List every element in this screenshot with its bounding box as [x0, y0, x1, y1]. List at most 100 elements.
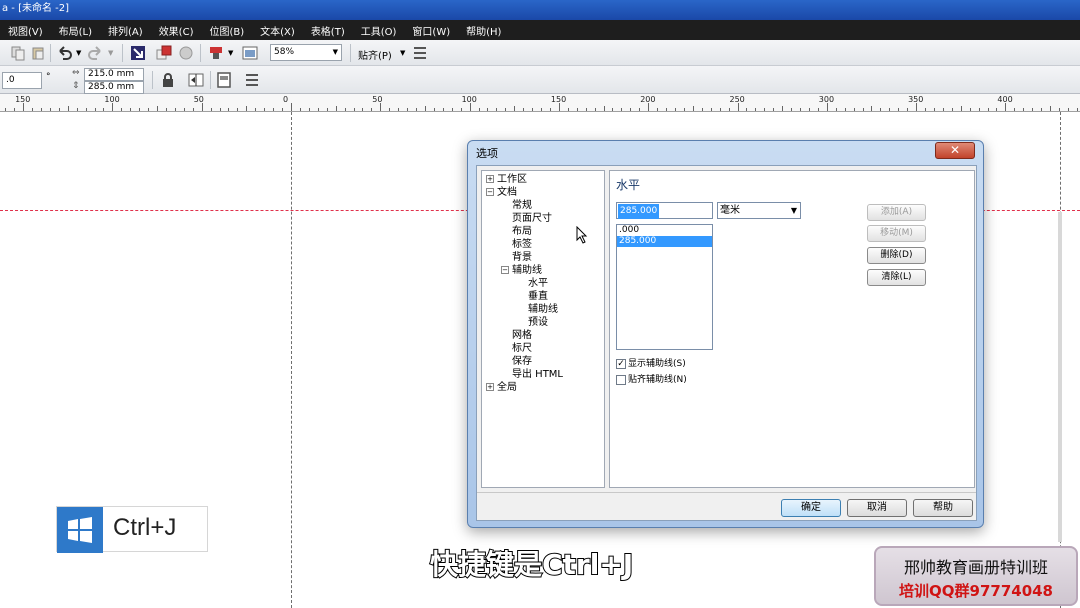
ruler-tick [246, 106, 248, 111]
cancel-button[interactable]: 取消 [847, 499, 907, 517]
tree-item-guidelines[interactable]: − 辅助线 [501, 265, 542, 277]
menu-view[interactable]: 视图(V) [0, 23, 51, 38]
move-button[interactable]: 移动(M) [867, 225, 926, 242]
tree-item-workspace[interactable]: + 工作区 [486, 174, 527, 186]
mirror-icon[interactable] [188, 72, 204, 88]
ruler-tick [951, 108, 953, 111]
windows-flag-icon [68, 517, 92, 543]
separator [122, 44, 123, 62]
expand-icon[interactable]: + [486, 383, 494, 391]
redo-icon[interactable] [88, 45, 104, 61]
launcher-dropdown-icon[interactable]: ▼ [228, 49, 233, 57]
help-button[interactable]: 帮助 [913, 499, 973, 517]
tree-item-vertical[interactable]: 垂直 [528, 291, 548, 303]
paste-icon[interactable] [30, 45, 46, 61]
ruler-tick [460, 108, 462, 111]
tree-item-background[interactable]: 背景 [512, 252, 532, 264]
show-guides-checkbox[interactable]: ✓ 显示辅助线(S) [616, 358, 686, 370]
ruler-tick [32, 108, 34, 111]
ruler-tick [255, 108, 257, 111]
list-item[interactable]: .000 [617, 225, 712, 236]
ruler-tick [1058, 108, 1060, 111]
mouse-cursor-icon [576, 226, 588, 244]
application-launcher-icon[interactable] [208, 45, 224, 61]
snap-guides-checkbox[interactable]: 贴齐辅助线(N) [616, 374, 687, 386]
tree-item-rulers[interactable]: 标尺 [512, 343, 532, 355]
ruler-tick [353, 108, 355, 111]
tree-item-grid[interactable]: 网格 [512, 330, 532, 342]
lock-icon[interactable] [160, 72, 176, 88]
collapse-icon[interactable]: − [486, 188, 494, 196]
clear-button[interactable]: 清除(L) [867, 269, 926, 286]
ok-button[interactable]: 确定 [781, 499, 841, 517]
close-button[interactable]: ✕ [935, 142, 975, 159]
ruler-tick [192, 108, 194, 111]
menu-tools[interactable]: 工具(O) [353, 23, 405, 38]
horizontal-ruler[interactable]: 150 100 50 0 50 100 150 200 250 300 350 400 [0, 94, 1080, 112]
list-options-icon[interactable] [244, 72, 260, 88]
ruler-tick [549, 108, 551, 111]
add-button[interactable]: 添加(A) [867, 204, 926, 221]
undo-dropdown-icon[interactable]: ▼ [76, 49, 81, 57]
ruler-tick [746, 108, 748, 111]
guideline-position-input[interactable]: 285.000 [616, 202, 713, 219]
menu-text[interactable]: 文本(X) [252, 23, 303, 38]
checkmark-icon: ✓ [616, 358, 626, 369]
options-icon[interactable] [412, 45, 428, 61]
collapse-icon[interactable]: − [501, 266, 509, 274]
welcome-screen-icon[interactable] [242, 45, 258, 61]
tree-item-document[interactable]: − 文档 [486, 187, 517, 199]
tree-item-general[interactable]: 常规 [512, 200, 532, 212]
unit-select[interactable]: 毫米 ▼ [717, 202, 801, 219]
ruler-tick [666, 108, 668, 111]
ruler-tick [862, 108, 864, 111]
menu-arrange[interactable]: 排列(A) [100, 23, 151, 38]
angle-field[interactable]: .0 [2, 72, 42, 89]
snap-dropdown-icon[interactable]: ▼ [400, 49, 405, 57]
tree-item-page-size[interactable]: 页面尺寸 [512, 213, 552, 225]
expand-icon[interactable]: + [486, 175, 494, 183]
publish-icon[interactable] [178, 45, 194, 61]
redo-dropdown-icon[interactable]: ▼ [108, 49, 113, 57]
tree-item-save[interactable]: 保存 [512, 356, 532, 368]
copy-icon[interactable] [10, 45, 26, 61]
tree-item-layout[interactable]: 布局 [512, 226, 532, 238]
ruler-tick [1076, 108, 1078, 111]
menu-table[interactable]: 表格(T) [303, 23, 353, 38]
tree-item-global[interactable]: + 全局 [486, 382, 517, 394]
page-border-left [291, 112, 292, 608]
import-icon[interactable] [130, 45, 146, 61]
tree-item-export-html[interactable]: 导出 HTML [512, 369, 563, 381]
zoom-levels-select[interactable]: 58% ▼ [270, 44, 342, 61]
ruler-tick [541, 108, 543, 111]
ruler-tick [264, 108, 266, 111]
ruler-tick [648, 103, 650, 111]
page-icon[interactable] [216, 72, 232, 88]
tree-item-label[interactable]: 标签 [512, 239, 532, 251]
ruler-tick [719, 108, 721, 111]
separator [50, 44, 51, 62]
tree-item-presets[interactable]: 预设 [528, 317, 548, 329]
menu-help[interactable]: 帮助(H) [458, 23, 509, 38]
menu-window[interactable]: 窗口(W) [404, 23, 458, 38]
tree-item-guides[interactable]: 辅助线 [528, 304, 558, 316]
guideline-list[interactable]: .000 285.000 [616, 224, 713, 350]
menu-effects[interactable]: 效果(C) [151, 23, 202, 38]
list-item-selected[interactable]: 285.000 [617, 236, 712, 247]
ruler-tick [710, 108, 712, 111]
ruler-tick [237, 108, 239, 111]
menu-bitmaps[interactable]: 位图(B) [201, 23, 252, 38]
ruler-tick [1050, 106, 1052, 111]
snap-to-menu[interactable]: 贴齐(P) [358, 47, 392, 62]
export-icon[interactable] [156, 45, 172, 61]
page-width-field[interactable]: 215.0 mm [84, 68, 144, 81]
delete-button[interactable]: 删除(D) [867, 247, 926, 264]
undo-icon[interactable] [56, 45, 72, 61]
ruler-tick [880, 108, 882, 111]
ruler-tick [389, 108, 391, 111]
ruler-tick [1005, 103, 1007, 111]
tree-item-horizontal[interactable]: 水平 [528, 278, 548, 290]
ruler-tick [130, 108, 132, 111]
menu-layout[interactable]: 布局(L) [51, 23, 100, 38]
page-height-field[interactable]: 285.0 mm [84, 81, 144, 94]
